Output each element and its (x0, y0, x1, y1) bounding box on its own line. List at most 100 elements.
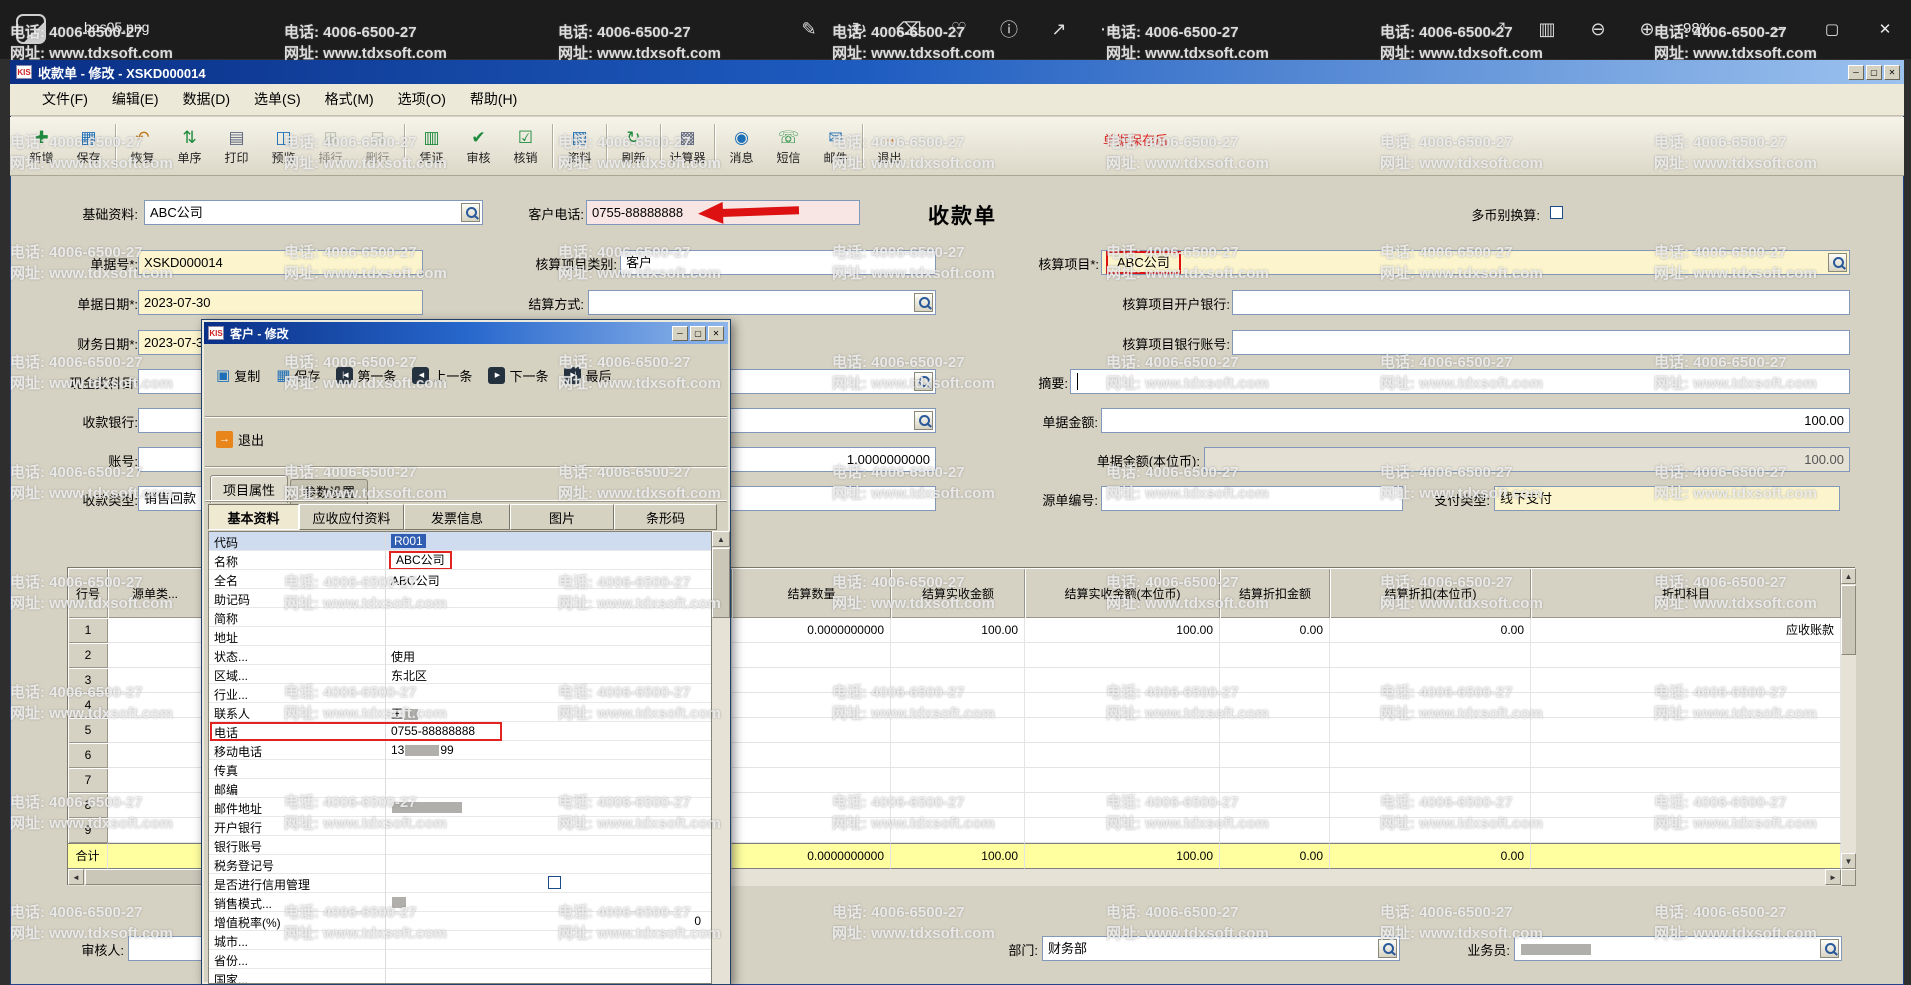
grid-cell[interactable] (1531, 693, 1841, 718)
property-value[interactable]: 王 (386, 703, 711, 722)
property-value[interactable] (386, 855, 711, 874)
property-value[interactable] (386, 874, 711, 893)
grid-row-number[interactable]: 8 (68, 793, 108, 818)
item-input[interactable]: ABC公司 (1101, 250, 1850, 275)
toolbar-button-短信[interactable]: ☏短信 (765, 119, 812, 173)
property-row-增值税率(%)[interactable]: 增值税率(%)0 (209, 912, 711, 931)
property-row-银行账号[interactable]: 银行账号 (209, 836, 711, 855)
toolbar-button-刷新[interactable]: ↻刷新 (610, 119, 657, 173)
grid-cell[interactable] (1220, 768, 1330, 793)
grid-cell[interactable] (1220, 668, 1330, 693)
grid-cell[interactable] (1330, 718, 1531, 743)
department-input[interactable]: 财务部 (1042, 936, 1400, 961)
base-info-input[interactable]: ABC公司 (144, 200, 483, 225)
source-no-input[interactable] (1101, 486, 1403, 511)
grid-cell[interactable] (1330, 818, 1531, 843)
grid-cell[interactable] (1025, 818, 1220, 843)
zoom-in-icon[interactable]: ⊕ (1630, 12, 1664, 46)
property-row-电话[interactable]: 电话0755-88888888 (209, 722, 711, 741)
item-bank-input[interactable] (1232, 290, 1850, 315)
dialog-toolbar-第一条[interactable]: |◀第一条 (336, 366, 396, 385)
grid-cell[interactable] (1025, 668, 1220, 693)
grid-cell[interactable]: 0.00 (1330, 618, 1531, 643)
grid-cell[interactable]: 0.0000000000 (732, 618, 891, 643)
grid-cell[interactable] (1025, 768, 1220, 793)
property-row-地址[interactable]: 地址 (209, 627, 711, 646)
multi-currency-checkbox[interactable] (1550, 206, 1563, 219)
toolbar-button-恢复[interactable]: ↶恢复 (119, 119, 166, 173)
grid-cell[interactable] (891, 768, 1025, 793)
grid-row-number[interactable]: 1 (68, 618, 108, 643)
share-icon[interactable]: ↗ (1042, 12, 1076, 46)
tab-项目属性[interactable]: 项目属性 (210, 475, 288, 503)
summary-input[interactable] (1070, 369, 1850, 394)
property-value[interactable]: ABC公司 (386, 570, 711, 589)
toolbar-button-新增[interactable]: ✚新增 (18, 119, 65, 173)
property-value[interactable] (386, 589, 711, 608)
menu-item-数据(D)[interactable]: 数据(D) (171, 84, 242, 115)
zoom-out-icon[interactable]: ⊖ (1581, 12, 1615, 46)
grid-cell[interactable] (1531, 793, 1841, 818)
scroll-up-icon[interactable]: ▲ (712, 531, 730, 547)
filmstrip-icon[interactable]: ▥ (1530, 12, 1564, 46)
property-value[interactable] (386, 627, 711, 646)
toolbar-button-消息[interactable]: ◉消息 (718, 119, 765, 173)
maximize-icon[interactable]: ▢ (1866, 65, 1882, 80)
grid-cell[interactable] (108, 743, 202, 768)
toolbar-button-保存[interactable]: ▦保存 (65, 119, 112, 173)
grid-cell[interactable] (1531, 818, 1841, 843)
property-row-销售模式...[interactable]: 销售模式... (209, 893, 711, 912)
grid-cell[interactable] (1330, 643, 1531, 668)
scroll-left-icon[interactable]: ◄ (68, 869, 84, 885)
scroll-up-icon[interactable]: ▲ (1841, 568, 1856, 584)
doc-date-input[interactable]: 2023-07-30 (138, 290, 423, 315)
grid-cell[interactable] (1531, 743, 1841, 768)
favorite-icon[interactable]: ♡ (942, 12, 976, 46)
property-row-邮件地址[interactable]: 邮件地址 (209, 798, 711, 817)
credit-management-checkbox[interactable] (548, 876, 561, 889)
grid-cell[interactable] (732, 693, 891, 718)
menu-item-文件(F)[interactable]: 文件(F) (30, 84, 100, 115)
dialog-exit-button[interactable]: → 退出 (216, 426, 264, 452)
grid-cell[interactable] (732, 668, 891, 693)
grid-row-number[interactable]: 9 (68, 818, 108, 843)
grid-row-number[interactable]: 3 (68, 668, 108, 693)
property-value[interactable] (386, 836, 711, 855)
vertical-scroll-thumb[interactable] (1841, 585, 1856, 655)
photos-app-icon[interactable] (16, 14, 46, 44)
grid-cell[interactable] (1531, 718, 1841, 743)
menu-item-帮助(H)[interactable]: 帮助(H) (458, 84, 529, 115)
lookup-magnifier-icon[interactable] (1820, 939, 1839, 958)
grid-cell[interactable]: 0.00 (1220, 618, 1330, 643)
minimize-icon[interactable]: ─ (1848, 65, 1864, 80)
toolbar-button-单序[interactable]: ⇅单序 (166, 119, 213, 173)
rotate-icon[interactable]: ↻ (842, 12, 876, 46)
maximize-icon[interactable]: ▢ (1806, 0, 1858, 58)
grid-cell[interactable] (1025, 743, 1220, 768)
property-row-国家...[interactable]: 国家... (209, 969, 711, 984)
grid-row-number[interactable]: 2 (68, 643, 108, 668)
property-value[interactable]: 0755-88888888 (386, 722, 711, 741)
toolbar-button-计算器[interactable]: ▩计算器 (664, 119, 711, 173)
grid-cell[interactable] (891, 693, 1025, 718)
grid-cell[interactable] (1531, 643, 1841, 668)
menu-item-选项(O)[interactable]: 选项(O) (386, 84, 458, 115)
grid-cell[interactable] (1330, 668, 1531, 693)
item-account-input[interactable] (1232, 330, 1850, 355)
grid-cell[interactable] (1531, 768, 1841, 793)
property-row-区域...[interactable]: 区域...东北区 (209, 665, 711, 684)
subtab-基本资料[interactable]: 基本资料 (208, 504, 299, 530)
lookup-magnifier-icon[interactable] (914, 411, 933, 430)
grid-cell[interactable] (1330, 768, 1531, 793)
property-row-开户银行[interactable]: 开户银行 (209, 817, 711, 836)
toolbar-button-资料[interactable]: ▧资料 (556, 119, 603, 173)
dialog-toolbar-最后[interactable]: ▶|最后 (564, 366, 611, 385)
dialog-toolbar-下一条[interactable]: ▶下一条 (488, 366, 548, 385)
toolbar-button-核销[interactable]: ☑核销 (502, 119, 549, 173)
grid-row-number[interactable]: 4 (68, 693, 108, 718)
grid-cell[interactable] (732, 768, 891, 793)
toolbar-button-插行[interactable]: ⊞插行 (307, 119, 354, 173)
property-row-名称[interactable]: 名称ABC公司 (209, 551, 711, 570)
property-value[interactable]: 东北区 (386, 665, 711, 684)
grid-cell[interactable] (891, 743, 1025, 768)
